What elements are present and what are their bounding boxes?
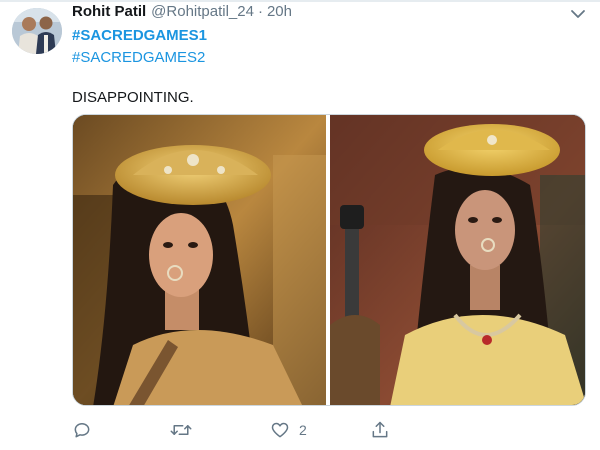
tweet-text: DISAPPOINTING. [72,89,194,106]
display-name[interactable]: Rohit Patil [72,3,146,20]
chevron-down-icon[interactable] [570,7,586,19]
user-handle[interactable]: @Rohitpatil_24 [151,3,254,20]
like-icon [270,420,290,440]
timestamp[interactable]: 20h [267,3,292,20]
hashtag-link[interactable]: #SACREDGAMES2 [72,49,205,66]
like-button[interactable]: 2 [270,418,307,442]
photo-left[interactable] [73,115,326,405]
reply-button[interactable] [72,418,101,442]
hashtag-link[interactable]: #SACREDGAMES1 [72,27,207,44]
separator-dot: · [257,3,263,20]
like-count: 2 [299,422,307,438]
retweet-button[interactable] [170,418,201,442]
share-icon [370,420,390,440]
action-bar: 2 [72,418,586,442]
tweet: Rohit Patil @Rohitpatil_24 · 20h #SACRED… [0,0,600,450]
photo-right[interactable] [330,115,585,405]
reply-icon [72,420,92,440]
tweet-media[interactable] [72,114,586,406]
avatar[interactable] [12,8,62,54]
share-button[interactable] [370,418,390,442]
tweet-header: Rohit Patil @Rohitpatil_24 · 20h [72,3,292,25]
top-divider [0,0,600,2]
retweet-icon [170,420,192,440]
